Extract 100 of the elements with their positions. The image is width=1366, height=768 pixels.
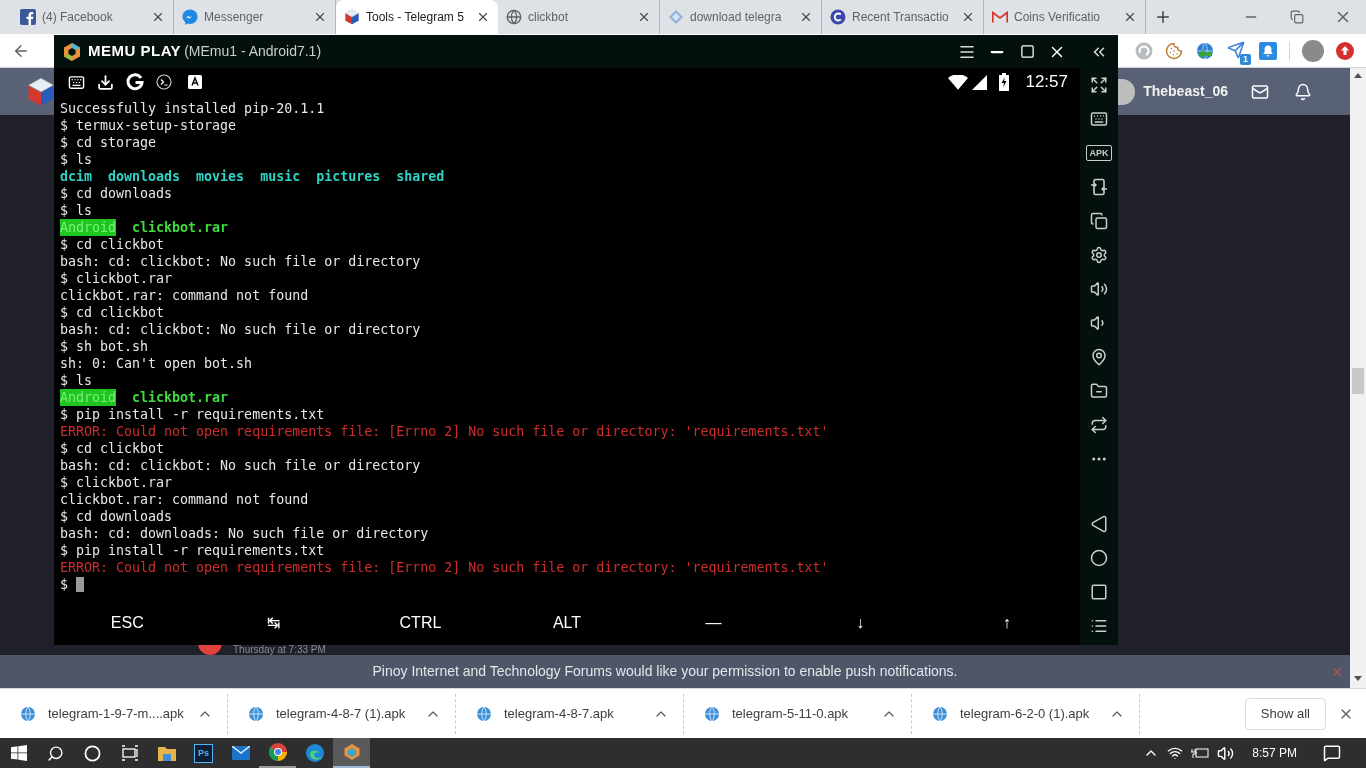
terminal-line: sh: 0: Can't open bot.sh <box>60 355 253 372</box>
scroll-up-arrow-icon[interactable] <box>1354 73 1362 78</box>
settings-icon[interactable] <box>1090 246 1108 264</box>
file-globe-icon <box>248 705 264 722</box>
back-triangle-icon[interactable] <box>1090 515 1108 533</box>
cookie-icon[interactable] <box>1165 41 1183 60</box>
paper-plane-icon[interactable] <box>1227 40 1245 59</box>
volume-icon[interactable] <box>1217 744 1235 762</box>
rotate-screen-icon[interactable] <box>1090 178 1108 196</box>
terminal-line: $ ls <box>60 151 93 168</box>
location-pin-icon[interactable] <box>1090 348 1108 366</box>
close-tab-icon[interactable] <box>313 10 327 24</box>
folder-icon[interactable] <box>1090 382 1108 400</box>
extra-key[interactable]: ↹ <box>200 605 348 641</box>
notification-badge: 1 <box>1240 53 1251 65</box>
file-globe-icon <box>932 705 948 722</box>
envelope-m-icon <box>992 11 1008 23</box>
extra-key[interactable]: ↑ <box>933 605 1081 641</box>
restore-icon[interactable] <box>1290 10 1304 24</box>
facebook-f-icon <box>20 9 36 25</box>
terminal-line: bash: cd: clickbot: No such file or directory <box>60 321 421 338</box>
bell-icon[interactable] <box>1294 82 1312 101</box>
file-globe-icon <box>20 705 36 722</box>
terminal-line: bash: cd: clickbot: No such file or directory <box>60 457 421 474</box>
archive-name: clickbot.rar <box>132 219 229 236</box>
terminal-line: $ cd downloads <box>60 185 173 202</box>
close-tab-icon[interactable] <box>637 10 651 24</box>
terminal-line: Successfully installed pip-20.1.1 <box>60 100 325 117</box>
repeat-icon[interactable] <box>1090 416 1108 434</box>
download-file-button[interactable]: telegram-4-8-7.apk <box>476 703 653 724</box>
battery-charging-icon <box>999 73 1010 91</box>
font-tile-icon <box>188 75 202 89</box>
close-tab-icon[interactable] <box>151 10 165 24</box>
ps-app-icon: Ps <box>194 743 213 763</box>
list-icon[interactable] <box>1090 617 1108 635</box>
battery-plug-icon[interactable] <box>1191 747 1210 759</box>
chat-bubble-icon <box>182 9 198 25</box>
maximize-icon[interactable] <box>1019 44 1035 59</box>
folder-icon <box>157 745 176 761</box>
scroll-down-arrow-icon[interactable] <box>1354 676 1362 681</box>
status-clock: 12:57 <box>1025 71 1068 94</box>
scrollbar-thumb[interactable] <box>1352 368 1364 394</box>
extra-key[interactable]: ESC <box>54 605 201 641</box>
browser-tab[interactable]: Tools - Telegram 5 <box>336 0 498 34</box>
terminal-line: bash: cd: clickbot: No such file or directory <box>60 253 421 270</box>
terminal-line: $ cd clickbot <box>60 236 165 253</box>
volume-up-icon[interactable] <box>1090 280 1108 298</box>
browser-logo-icon <box>268 743 287 761</box>
terminal-line: $ pip install -r requirements.txt <box>60 542 325 559</box>
folder-name: shared <box>396 168 445 185</box>
user-avatar[interactable] <box>1118 78 1136 105</box>
terminal-circle-icon <box>156 74 172 90</box>
extra-key[interactable]: CTRL <box>347 605 494 641</box>
apk-install-button[interactable]: APK <box>1086 145 1112 161</box>
circle-c-icon <box>830 9 846 25</box>
clock[interactable]: 8:57 PM <box>1242 744 1307 762</box>
error-message: ERROR: Could not open requirements file: [Errno 2] No such file or directory: 'requirements.txt' <box>60 423 829 440</box>
wifi-icon[interactable] <box>1167 745 1184 761</box>
notification-message: Pinoy Internet and Technology Forums would like your permission to enable push notifications. <box>371 662 959 681</box>
folder-name: music <box>260 168 301 185</box>
circle-icon[interactable] <box>84 744 101 762</box>
task-view-icon[interactable] <box>120 745 139 761</box>
file-globe-icon <box>704 705 720 722</box>
terminal-line: $ ls <box>60 202 93 219</box>
multi-window-icon[interactable] <box>1090 212 1108 230</box>
extra-key[interactable]: — <box>640 605 787 641</box>
close-tab-icon[interactable] <box>799 10 813 24</box>
download-file-button[interactable]: telegram-4-8-7 (1).apk <box>248 703 425 724</box>
start-icon[interactable] <box>10 745 27 761</box>
new-tab-icon[interactable] <box>1154 8 1172 26</box>
close-tab-icon[interactable] <box>961 10 975 24</box>
highlighted-folder-name: Android <box>60 219 117 236</box>
close-tab-icon[interactable] <box>476 10 490 24</box>
extra-key[interactable]: ↓ <box>786 605 934 641</box>
download-file-button[interactable]: telegram-1-9-7-m....apk <box>20 703 197 724</box>
home-circle-icon[interactable] <box>1090 549 1108 567</box>
notifications-icon[interactable] <box>1323 744 1341 762</box>
mail-icon[interactable] <box>1251 82 1269 101</box>
folder-name: downloads <box>108 168 181 185</box>
recents-square-icon[interactable] <box>1090 583 1108 601</box>
text-cursor <box>76 577 84 592</box>
profile-avatar[interactable] <box>1302 39 1324 62</box>
show-all-button[interactable]: Show all <box>1244 697 1326 730</box>
terminal-line: $ cd storage <box>60 134 157 151</box>
post-time: Thursday at 7:33 PM <box>233 645 326 655</box>
search-icon[interactable] <box>47 744 64 762</box>
extra-key[interactable]: ALT <box>493 605 641 641</box>
download-file-button[interactable]: telegram-6-2-0 (1).apk <box>932 703 1109 724</box>
wifi-icon <box>948 74 969 90</box>
globe-arrow-icon[interactable] <box>1195 40 1215 61</box>
taskbar-app[interactable]: Ps <box>185 738 222 768</box>
up-arrow-circle-icon[interactable] <box>1336 41 1354 60</box>
download-file-button[interactable]: telegram-5-11-0.apk <box>704 703 881 724</box>
fullscreen-icon[interactable] <box>1090 76 1108 94</box>
bell-tile-icon[interactable] <box>1259 41 1277 60</box>
close-tab-icon[interactable] <box>1123 10 1137 24</box>
cube-logo-icon <box>26 76 56 107</box>
keyboard-icon[interactable] <box>1090 110 1108 128</box>
terminal-line: $ clickbot.rar <box>60 270 173 287</box>
username[interactable]: Thebeast_06 <box>1143 81 1228 102</box>
